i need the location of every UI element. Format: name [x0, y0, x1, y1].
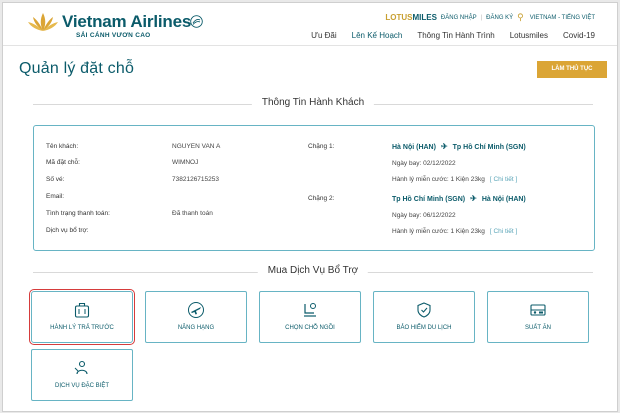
service-label: CHỌN CHỖ NGỒI: [285, 325, 335, 331]
login-link[interactable]: ĐĂNG NHẬP: [441, 15, 477, 21]
lotus-logo-icon: [28, 13, 58, 31]
service-special-assistance[interactable]: DỊCH VỤ ĐẶC BIỆT: [31, 349, 133, 401]
nav-item-lotusmiles[interactable]: Lotusmiles: [510, 31, 548, 40]
lotusmiles-brand-a: LOTUS: [385, 13, 413, 22]
leg-1-baggage: Hành lý miễn cước: 1 Kiện 23kg [ Chi tiết…: [392, 176, 517, 183]
title-row: Quản lý đặt chỗ LÀM THỦ TỤC: [19, 59, 607, 83]
leg-1-destination: Tp Hồ Chí Minh (SGN): [452, 144, 526, 151]
service-label: BẢO HIỂM DU LỊCH: [396, 325, 452, 331]
service-upgrade[interactable]: NÂNG HẠNG: [145, 291, 247, 343]
leg-2-baggage-label: Hành lý miễn cước:: [392, 228, 449, 235]
leg-2-baggage-value: 1 Kiện 23kg: [450, 228, 485, 235]
leg-2-baggage: Hành lý miễn cước: 1 Kiện 23kg [ Chi tiết…: [392, 228, 517, 235]
leg-2-date-value: 06/12/2022: [423, 212, 456, 219]
email-label: Email:: [46, 193, 65, 200]
special-service-icon: [74, 360, 88, 375]
leg-1-date-value: 02/12/2022: [423, 160, 456, 167]
insurance-icon: [417, 302, 431, 318]
plane-icon: ✈: [440, 142, 448, 151]
register-link[interactable]: ĐĂNG KÝ: [486, 15, 513, 21]
service-meal[interactable]: SUẤT ĂN: [487, 291, 589, 343]
leg-1-route: Hà Nội (HAN) ✈ Tp Hồ Chí Minh (SGN): [392, 142, 526, 151]
lotusmiles-logo[interactable]: LOTUSMILES: [385, 13, 437, 22]
services-section-header: Mua Dịch Vụ Bổ Trợ: [33, 265, 593, 279]
service-label: HÀNH LÝ TRẢ TRƯỚC: [50, 325, 114, 331]
lotusmiles-brand-b: MILES: [412, 13, 437, 22]
seat-icon: [304, 303, 316, 317]
leg-1-details-link[interactable]: [ Chi tiết ]: [490, 176, 517, 183]
plane-icon: ✈: [470, 194, 477, 203]
leg-1-origin: Hà Nội (HAN): [392, 144, 436, 151]
nav-item-plan[interactable]: Lên Kế Hoạch: [352, 31, 403, 40]
divider: |: [480, 14, 483, 21]
page: Vietnam Airlines SẢI CÁNH VƯƠN CAO LOTUS…: [2, 2, 618, 412]
extra-services-label: Dịch vụ bổ trợ:: [46, 227, 89, 234]
vietnam-airlines-logo[interactable]: Vietnam Airlines SẢI CÁNH VƯƠN CAO: [27, 10, 203, 40]
upgrade-plane-icon: [188, 302, 204, 318]
leg-1-date: Ngày bay: 02/12/2022: [392, 160, 456, 167]
booking-code-label: Mã đặt chỗ:: [46, 159, 80, 166]
passenger-section-header: Thông Tin Hành Khách: [33, 97, 593, 111]
services-section-title: Mua Dịch Vụ Bổ Trợ: [257, 265, 369, 276]
payment-status-value: Đã thanh toán: [172, 210, 213, 217]
baggage-icon: [74, 302, 90, 318]
leg-2-date: Ngày bay: 06/12/2022: [392, 212, 456, 219]
search-icon[interactable]: ⚲: [517, 12, 524, 23]
meal-icon: [530, 304, 546, 316]
service-label: SUẤT ĂN: [525, 325, 551, 331]
nav-item-offers[interactable]: Ưu Đãi: [311, 31, 337, 40]
leg-1-baggage-label: Hành lý miễn cước:: [392, 176, 449, 183]
service-prepaid-baggage[interactable]: HÀNH LÝ TRẢ TRƯỚC: [29, 289, 135, 345]
name-label: Tên khách:: [46, 143, 79, 150]
payment-status-label: Tình trạng thanh toán:: [46, 210, 110, 217]
name-value: NGUYEN VAN A: [172, 143, 221, 150]
leg-2-origin: Tp Hồ Chí Minh (SGN): [392, 196, 466, 203]
leg-1-date-label: Ngày bay:: [392, 160, 422, 167]
passenger-section-title: Thông Tin Hành Khách: [251, 97, 375, 108]
leg-2-destination: Hà Nội (HAN): [481, 196, 526, 203]
leg-2-details-link[interactable]: [ Chi tiết ]: [490, 228, 517, 235]
nav-item-covid[interactable]: Covid-19: [563, 31, 595, 40]
language-selector[interactable]: VIETNAM - TIẾNG VIỆT: [530, 15, 595, 21]
page-title: Quản lý đặt chỗ: [19, 60, 135, 77]
main-nav: Ưu Đãi Lên Kế Hoạch Thông Tin Hành Trình…: [296, 31, 595, 40]
service-seat-selection[interactable]: CHỌN CHỖ NGỒI: [259, 291, 361, 343]
service-travel-insurance[interactable]: BẢO HIỂM DU LỊCH: [373, 291, 475, 343]
leg-2-date-label: Ngày bay:: [392, 212, 422, 219]
service-label: DỊCH VỤ ĐẶC BIỆT: [54, 383, 109, 389]
site-header: Vietnam Airlines SẢI CÁNH VƯƠN CAO LOTUS…: [3, 3, 617, 46]
leg-2-route: Tp Hồ Chí Minh (SGN) ✈ Hà Nội (HAN): [392, 194, 526, 203]
leg-1-label: Chặng 1:: [308, 143, 335, 150]
checkin-button[interactable]: LÀM THỦ TỤC: [537, 61, 607, 78]
passenger-info-box: Tên khách: NGUYEN VAN A Mã đặt chỗ: WIMN…: [33, 125, 595, 251]
ticket-label: Số vé:: [46, 176, 65, 183]
nav-item-travel-info[interactable]: Thông Tin Hành Trình: [417, 31, 494, 40]
leg-1-baggage-value: 1 Kiện 23kg: [450, 176, 485, 183]
utility-bar: LOTUSMILES ĐĂNG NHẬP | ĐĂNG KÝ ⚲ VIETNAM…: [385, 12, 595, 23]
leg-2-label: Chặng 2:: [308, 195, 335, 202]
service-label: NÂNG HẠNG: [177, 325, 215, 331]
skyteam-icon: [190, 15, 203, 28]
ticket-value: 7382126715253: [172, 176, 219, 183]
brand-name: Vietnam Airlines: [62, 12, 192, 31]
booking-code-value: WIMNOJ: [172, 159, 199, 166]
brand-slogan: SẢI CÁNH VƯƠN CAO: [76, 32, 151, 39]
